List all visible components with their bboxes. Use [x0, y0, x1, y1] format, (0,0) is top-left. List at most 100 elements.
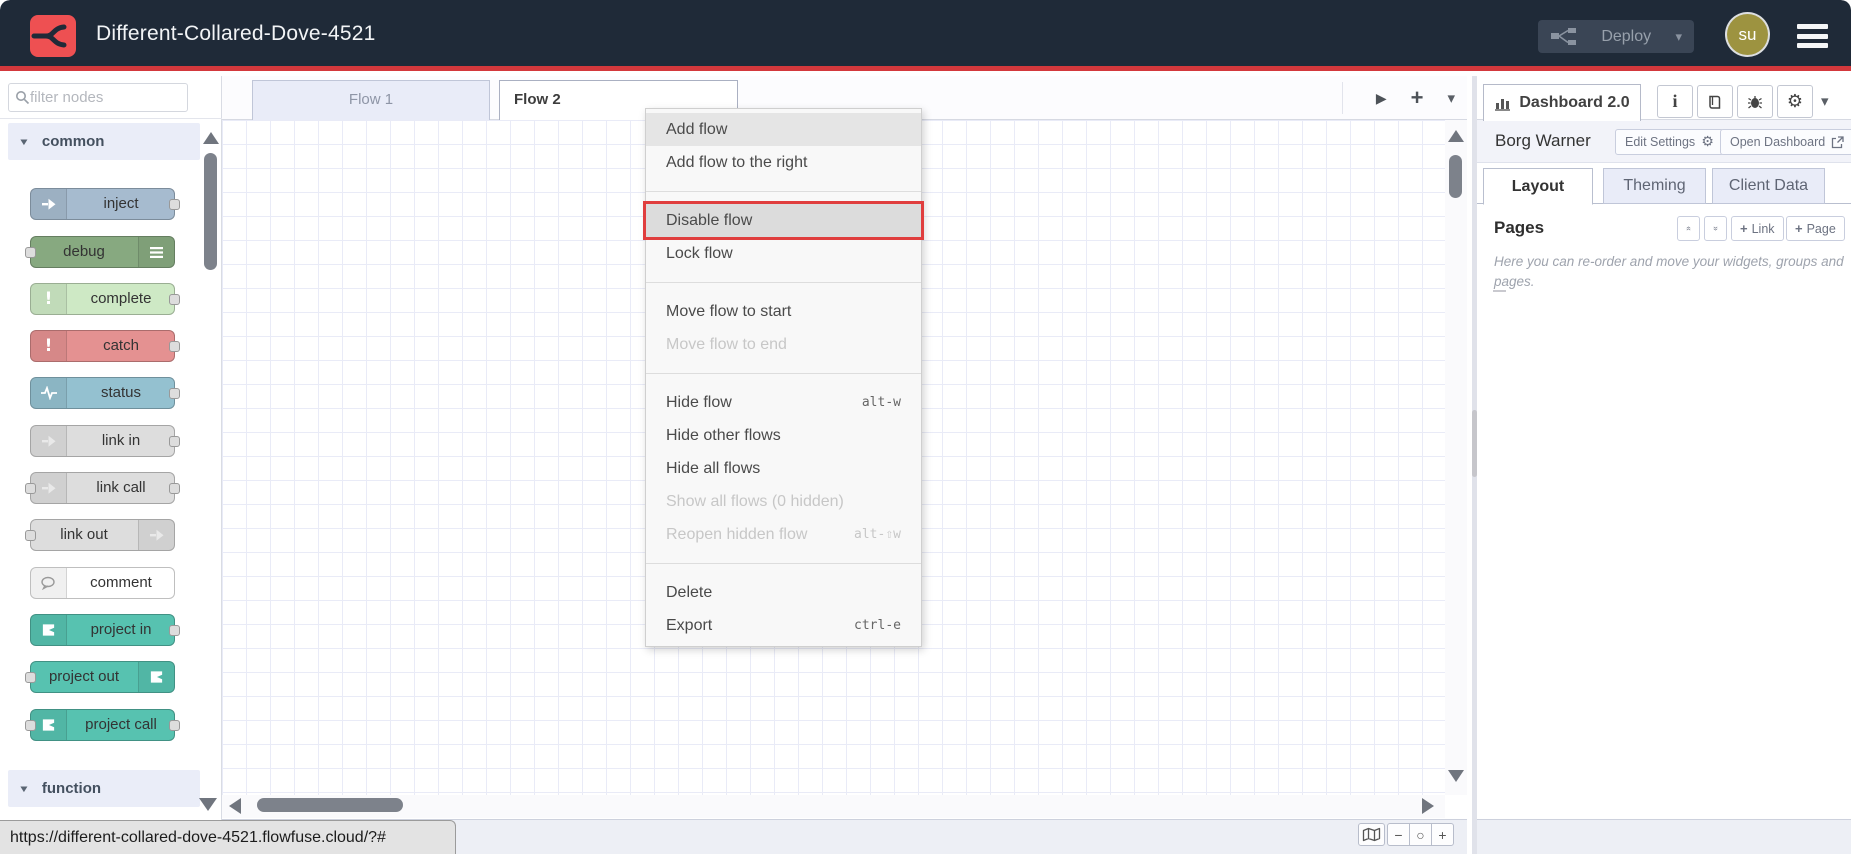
menu-item-hide-other-flows[interactable]: Hide other flows	[646, 419, 921, 452]
palette-node-comment[interactable]: comment	[30, 567, 175, 599]
debug-icon	[138, 237, 174, 267]
menu-item-move-flow-to-start[interactable]: Move flow to start	[646, 295, 921, 328]
palette-category-common[interactable]: ▼ common	[8, 123, 200, 160]
palette-node-project-out[interactable]: project out	[25, 661, 175, 693]
canvas-vertical-scrollbar[interactable]	[1445, 120, 1467, 795]
right-sidebar: Dashboard 2.0 i ⚙ ▾ Borg Warner Edit Set…	[1472, 76, 1851, 854]
menu-item-reopen-hidden-flow: Reopen hidden flow alt-⇧w	[646, 518, 921, 551]
sidebar-scrollbar-thumb[interactable]	[1472, 410, 1477, 477]
node-port-out	[169, 436, 180, 447]
canvas-scroll-left-arrow[interactable]	[229, 798, 241, 814]
deploy-button[interactable]: Deploy ▾	[1538, 20, 1694, 53]
browser-status-url: https://different-collared-dove-4521.flo…	[0, 820, 456, 854]
menu-item-label: Hide flow	[666, 394, 732, 411]
palette-scroll-up-arrow[interactable]	[203, 132, 219, 144]
debug-messages-button[interactable]	[1737, 85, 1773, 118]
open-dashboard-button[interactable]: Open Dashboard	[1720, 129, 1851, 155]
canvas-scroll-right-arrow[interactable]	[1422, 798, 1434, 814]
palette-node-complete[interactable]: ! complete	[30, 283, 180, 315]
plus-icon: +	[1795, 221, 1803, 236]
node-port-out	[169, 294, 180, 305]
deploy-options-caret-icon[interactable]: ▾	[1675, 29, 1682, 45]
user-avatar[interactable]: su	[1727, 14, 1768, 55]
gear-icon: ⚙	[1786, 91, 1804, 112]
palette-filter[interactable]	[8, 83, 188, 112]
menu-separator	[646, 373, 921, 374]
menu-item-disable-flow[interactable]: Disable flow	[643, 201, 924, 240]
zoom-reset-button[interactable]: ○	[1409, 823, 1432, 846]
menu-item-label: Disable flow	[666, 212, 753, 229]
palette-node-label: link out	[60, 526, 108, 543]
sidebar-footer	[1477, 819, 1851, 854]
palette-node-debug[interactable]: debug	[25, 236, 175, 268]
tab-layout[interactable]: Layout	[1483, 168, 1593, 205]
tab-dashboard-2[interactable]: Dashboard 2.0	[1483, 84, 1641, 121]
flow-context-menu: Add flow Add flow to the right Disable flo…	[643, 108, 924, 647]
palette-node-label: status	[100, 384, 142, 401]
instance-name: Borg Warner	[1495, 131, 1591, 150]
main-menu-icon[interactable]	[1797, 24, 1828, 48]
sidebar-tab-row: Dashboard 2.0 i ⚙ ▾	[1477, 76, 1851, 121]
canvas-scroll-up-arrow[interactable]	[1448, 130, 1464, 142]
edit-settings-button[interactable]: Edit Settings ⚙	[1615, 129, 1724, 155]
double-chevron-down-icon	[1713, 226, 1718, 231]
palette-node-label: comment	[90, 574, 152, 591]
palette-scrollbar-thumb[interactable]	[204, 153, 217, 270]
search-icon	[15, 90, 30, 105]
sidebar-options-caret-icon[interactable]: ▾	[1821, 92, 1829, 110]
canvas-scroll-down-arrow[interactable]	[1448, 770, 1464, 782]
status-icon	[31, 378, 67, 408]
palette-category-function[interactable]: ▼ function	[8, 770, 200, 807]
palette-node-catch[interactable]: ! catch	[30, 330, 180, 362]
tab-theming[interactable]: Theming	[1603, 168, 1706, 204]
tab-flow-1[interactable]: Flow 1	[252, 80, 490, 121]
info-icon: i	[1672, 91, 1678, 111]
zoom-out-button[interactable]: −	[1387, 823, 1410, 846]
navigator-map-button[interactable]	[1358, 823, 1385, 846]
palette-node-link-out[interactable]: link out	[25, 519, 175, 551]
add-link-button[interactable]: + Link	[1731, 216, 1784, 241]
edit-settings-label: Edit Settings	[1625, 135, 1696, 149]
menu-item-label: Add flow	[666, 121, 728, 138]
menu-item-hide-flow[interactable]: Hide flow alt-w	[646, 386, 921, 419]
canvas-horizontal-scrollbar-thumb[interactable]	[257, 798, 403, 812]
instance-title: Different-Collared-Dove-4521	[96, 22, 376, 45]
help-docs-button[interactable]	[1697, 85, 1733, 118]
canvas-horizontal-scrollbar[interactable]	[222, 795, 1445, 818]
tab-label: Flow 1	[348, 91, 394, 108]
menu-item-lock-flow[interactable]: Lock flow	[646, 237, 921, 270]
alert-icon: !	[31, 331, 67, 361]
menu-item-hide-all-flows[interactable]: Hide all flows	[646, 452, 921, 485]
menu-item-shortcut: alt-⇧w	[854, 527, 901, 542]
project-icon	[31, 710, 67, 740]
flow-list-caret-icon[interactable]: ▾	[1447, 89, 1455, 107]
tab-client-data[interactable]: Client Data	[1712, 168, 1825, 204]
tab-scroll-right-icon[interactable]: ▶	[1376, 90, 1387, 107]
menu-item-add-flow-to-the-right[interactable]: Add flow to the right	[646, 146, 921, 179]
settings-button[interactable]: ⚙	[1777, 85, 1813, 118]
menu-item-label: Move flow to end	[666, 336, 787, 353]
menu-item-export[interactable]: Export ctrl-e	[646, 609, 921, 642]
info-button[interactable]: i	[1657, 85, 1693, 118]
collapse-all-button[interactable]	[1677, 216, 1700, 241]
palette-node-status[interactable]: status	[30, 377, 180, 409]
node-red-editor: Different-Collared-Dove-4521 Deploy ▾ su	[0, 0, 1851, 854]
palette-node-link-in[interactable]: link in	[30, 425, 180, 457]
palette-node-link-call[interactable]: link call	[25, 472, 180, 504]
palette-node-label: debug	[63, 243, 105, 260]
zoom-in-button[interactable]: +	[1431, 823, 1454, 846]
palette-node-project-in[interactable]: project in	[30, 614, 180, 646]
menu-item-show-all-flows-0-hidden: Show all flows (0 hidden)	[646, 485, 921, 518]
menu-item-delete[interactable]: Delete	[646, 576, 921, 609]
palette-node-inject[interactable]: inject	[30, 188, 180, 220]
palette-filter-input[interactable]	[30, 89, 180, 106]
expand-all-button[interactable]	[1704, 216, 1727, 241]
menu-item-label: Lock flow	[666, 245, 733, 262]
add-flow-icon[interactable]: +	[1411, 85, 1424, 111]
menu-item-label: Reopen hidden flow	[666, 526, 808, 543]
add-page-button[interactable]: + Page	[1786, 216, 1845, 241]
canvas-vertical-scrollbar-thumb[interactable]	[1449, 155, 1462, 198]
menu-item-add-flow[interactable]: Add flow	[646, 113, 921, 146]
palette-node-project-call[interactable]: project call	[25, 709, 180, 741]
palette-scroll-down-arrow[interactable]	[199, 798, 217, 811]
